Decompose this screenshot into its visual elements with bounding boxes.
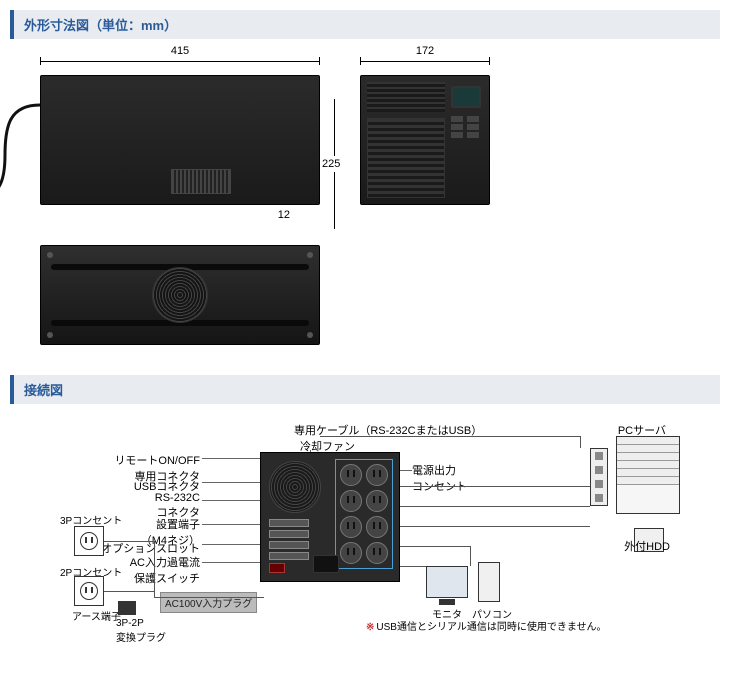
outlet-icon	[340, 542, 362, 564]
port-icon	[269, 541, 309, 549]
front-buttons-icon	[451, 116, 481, 138]
outlet-grid	[335, 459, 393, 569]
lcd-icon	[451, 86, 481, 108]
ac-plug-label: AC100V入力プラグ	[160, 592, 257, 613]
monitor-icon	[426, 566, 468, 598]
power-strip-icon	[590, 448, 608, 506]
section-connection-header: 接続図	[10, 375, 720, 404]
power-cord-icon	[0, 85, 40, 245]
front-view-column: 172	[360, 51, 490, 205]
dimension-depth-value: 172	[412, 45, 438, 57]
ups-top-view	[40, 245, 320, 345]
label-power-outlet: 電源出力 コンセント	[412, 462, 467, 494]
outlet-icon	[366, 490, 388, 512]
connection-diagram: 専用ケーブル（RS-232CまたはUSB） リモートON/OFF 専用コネクタ …	[10, 416, 720, 646]
ups-side-view	[40, 75, 320, 205]
label-adapter: 3P-2P 変換プラグ	[116, 618, 166, 644]
wall-outlet-3p-icon	[74, 526, 104, 556]
label-3p-outlet: 3Pコンセント	[60, 512, 122, 527]
dimension-height-value: 225	[322, 156, 340, 172]
vent-icon	[171, 169, 231, 194]
outlet-icon	[340, 516, 362, 538]
front-grille-icon	[367, 82, 445, 112]
rear-ports	[269, 519, 309, 560]
outline-diagram: 415 225 12	[10, 51, 720, 345]
usb-serial-note: ※USB通信とシリアル通信は同時に使用できません。	[366, 618, 607, 633]
dimension-foot-value: 12	[278, 209, 290, 221]
port-icon	[269, 530, 309, 538]
port-icon	[269, 552, 309, 560]
dimension-height: 225	[322, 99, 346, 229]
dimension-width: 415	[40, 51, 320, 71]
note-asterisk: ※	[366, 622, 374, 633]
section-outline-header: 外形寸法図（単位：mm）	[10, 10, 720, 39]
ups-rear-panel	[260, 452, 400, 582]
port-icon	[269, 519, 309, 527]
label-earth: アース端子	[72, 608, 121, 623]
label-ac-overcurrent: AC入力過電流 保護スイッチ	[130, 554, 200, 586]
dimension-depth: 172	[360, 51, 490, 71]
wall-outlet-2p-icon	[74, 576, 104, 606]
dimension-foot: 12	[40, 207, 320, 225]
outlet-icon	[366, 464, 388, 486]
fan-grille-icon	[152, 267, 208, 323]
dimension-width-value: 415	[167, 45, 193, 57]
louver-icon	[367, 118, 445, 198]
ups-front-view	[360, 75, 490, 205]
ac-inlet-icon	[313, 555, 339, 573]
outlet-icon	[340, 464, 362, 486]
desktop-pc-icon	[478, 562, 500, 602]
side-view-column: 415 225 12	[40, 51, 320, 345]
outlet-icon	[366, 516, 388, 538]
overcurrent-switch-icon	[269, 563, 285, 573]
pc-server-icon	[616, 436, 680, 514]
outlet-icon	[340, 490, 362, 512]
label-ext-hdd: 外付HDD	[624, 538, 670, 554]
note-text: USB通信とシリアル通信は同時に使用できません。	[376, 622, 606, 633]
outlet-icon	[366, 542, 388, 564]
rear-fan-icon	[269, 461, 321, 513]
adapter-3p2p-icon	[118, 601, 136, 615]
